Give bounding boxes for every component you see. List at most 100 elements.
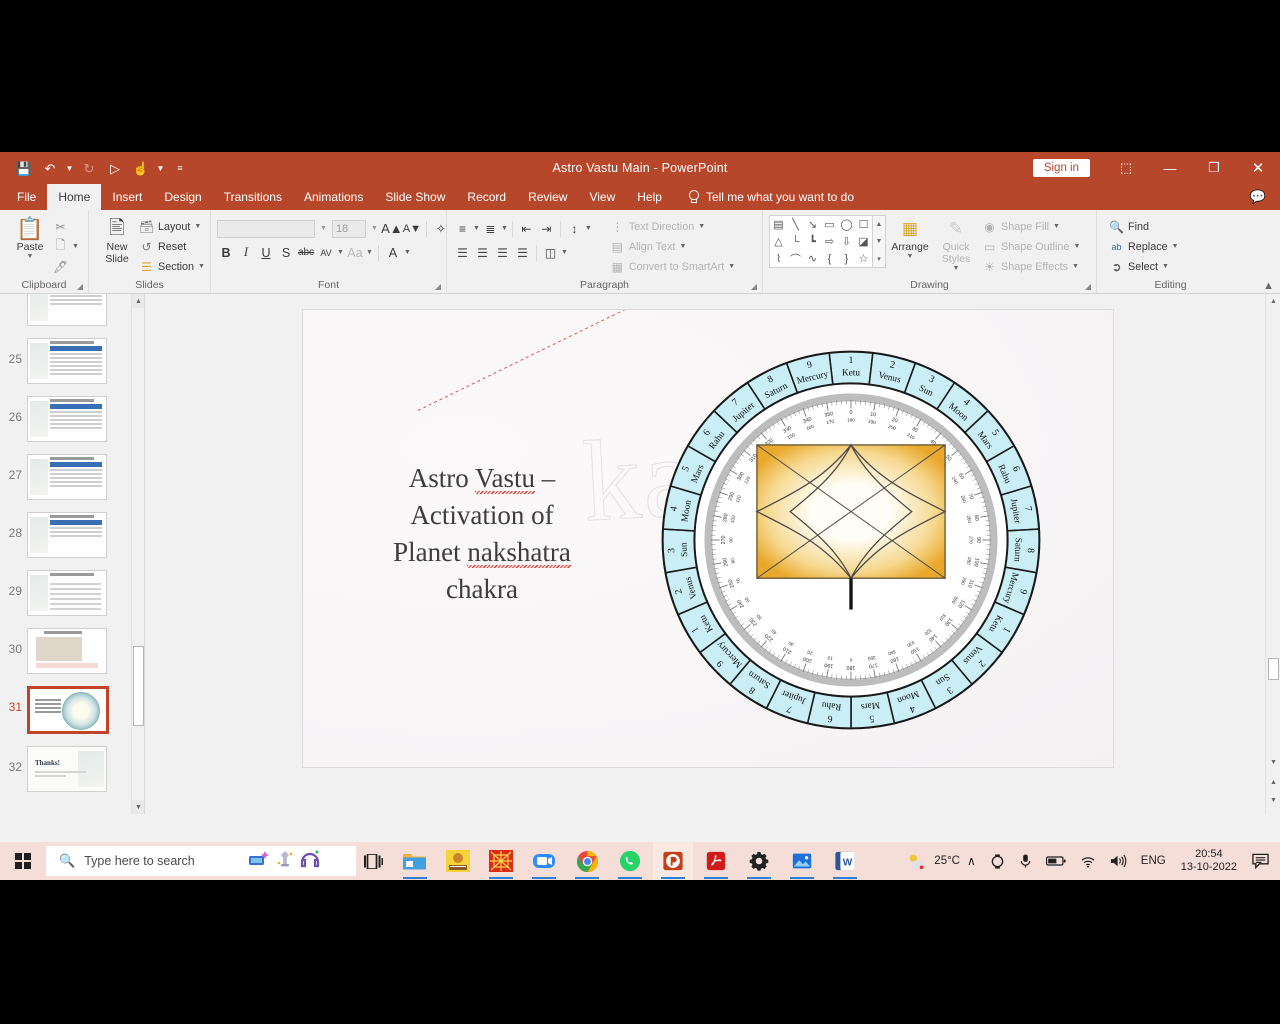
list-item-selected[interactable]: 31	[0, 680, 131, 740]
microphone-icon[interactable]	[1012, 842, 1039, 880]
list-item[interactable]: 29	[0, 564, 131, 622]
character-spacing-dropdown-icon[interactable]: ▼	[337, 249, 344, 256]
character-spacing-button[interactable]: AV	[317, 243, 335, 262]
shape-curve-icon[interactable]: ⌒	[787, 250, 804, 267]
align-right-icon[interactable]: ☰	[493, 243, 512, 262]
sign-in-button[interactable]: Sign in	[1032, 159, 1090, 177]
list-item[interactable]	[0, 294, 131, 332]
touch-mode-dropdown-icon[interactable]: ▼	[155, 164, 166, 173]
quick-styles-dropdown-icon[interactable]: ▼	[953, 265, 960, 272]
decrease-indent-icon[interactable]: ⇤	[517, 219, 536, 238]
slide-editing-area[interactable]: karm Astro Vastu – Activation of Planet …	[145, 294, 1280, 814]
tab-animations[interactable]: Animations	[293, 184, 374, 210]
font-color-button[interactable]: A	[384, 243, 402, 262]
shape-pie-icon[interactable]: ◪	[855, 233, 872, 250]
list-item[interactable]: 32 Thanks!	[0, 740, 131, 798]
copy-dropdown-icon[interactable]: ▼	[72, 243, 79, 250]
paragraph-dialog-launcher[interactable]: ◢	[751, 282, 757, 291]
copy-button[interactable]: 🗋 ▼	[53, 238, 79, 255]
arrange-button[interactable]: ▦ Arrange ▼	[886, 215, 934, 260]
clock[interactable]: 20:54 13-10-2022	[1173, 848, 1245, 874]
battery-icon[interactable]	[1039, 842, 1073, 880]
convert-smartart-button[interactable]: ▦ Convert to SmartArt ▼	[610, 258, 736, 275]
shape-effects-button[interactable]: ☀ Shape Effects ▼	[982, 258, 1080, 275]
replace-button[interactable]: ab Replace ▼	[1109, 238, 1179, 255]
change-case-dropdown-icon[interactable]: ▼	[366, 249, 373, 256]
start-button[interactable]	[0, 842, 46, 880]
shape-brace2-icon[interactable]: }	[838, 250, 855, 267]
replace-dropdown-icon[interactable]: ▼	[1172, 243, 1179, 250]
slide-thumbnail[interactable]	[27, 454, 107, 500]
shape-arrow-icon[interactable]: ↘	[804, 216, 821, 233]
shapes-scroll-down-icon[interactable]: ▼	[873, 233, 885, 250]
font-size-input[interactable]: 18	[331, 219, 366, 238]
whatsapp-icon[interactable]	[610, 842, 650, 880]
shape-outline-dropdown-icon[interactable]: ▼	[1073, 243, 1080, 250]
align-text-dropdown-icon[interactable]: ▼	[679, 243, 686, 250]
shape-textbox-icon[interactable]: ▤	[770, 216, 787, 233]
list-item[interactable]: 26	[0, 390, 131, 448]
shape-fill-button[interactable]: ◉ Shape Fill ▼	[982, 218, 1080, 235]
shape-rounded-rect-icon[interactable]: ☐	[855, 216, 872, 233]
shape-line-icon[interactable]: ╲	[787, 216, 804, 233]
scroll-up-icon[interactable]: ▲	[1266, 294, 1280, 309]
shape-elbow-icon[interactable]: └	[787, 233, 804, 250]
weather-widget[interactable]: 25°C	[896, 851, 960, 871]
section-dropdown-icon[interactable]: ▼	[198, 263, 205, 270]
shape-outline-button[interactable]: ▭ Shape Outline ▼	[982, 238, 1081, 255]
tell-me-box[interactable]: Tell me what you want to do	[673, 184, 854, 210]
align-center-icon[interactable]: ☰	[473, 243, 492, 262]
slide-thumbnail[interactable]	[27, 570, 107, 616]
font-dialog-launcher[interactable]: ◢	[435, 282, 441, 291]
line-spacing-icon[interactable]: ↕	[565, 219, 584, 238]
format-painter-button[interactable]: 🖋	[53, 258, 79, 275]
restore-icon[interactable]: ❐	[1192, 152, 1236, 184]
list-item[interactable]: 28	[0, 506, 131, 564]
tab-insert[interactable]: Insert	[101, 184, 153, 210]
paste-button[interactable]: 📋 Paste ▼	[10, 215, 50, 261]
select-button[interactable]: ➲ Select ▼	[1109, 258, 1179, 275]
align-left-icon[interactable]: ☰	[453, 243, 472, 262]
columns-dropdown-icon[interactable]: ▼	[561, 249, 568, 256]
collapse-ribbon-icon[interactable]: ▲	[1263, 280, 1274, 292]
start-presentation-icon[interactable]: ▷	[103, 157, 127, 179]
planet-nakshatra-chakra-image[interactable]: 1 Ketu 2 Venus 3 Sun 4 Moon 5 Mars 6 Rahu 7 Jupiter 8 S…	[655, 344, 1047, 736]
scroll-down-icon[interactable]: ▼	[1266, 755, 1280, 770]
app-pattern-icon[interactable]	[481, 842, 521, 880]
text-direction-button[interactable]: ⋮ Text Direction ▼	[610, 218, 735, 235]
slide-thumbnail[interactable]	[27, 294, 107, 326]
next-slide-icon[interactable]: ▼	[1266, 793, 1280, 808]
show-hidden-icons-icon[interactable]: ∧	[960, 842, 983, 880]
align-text-button[interactable]: ▤ Align Text ▼	[610, 238, 735, 255]
undo-dropdown-icon[interactable]: ▼	[64, 164, 75, 173]
increase-font-size-icon[interactable]: A▲	[381, 219, 403, 238]
cut-button[interactable]: ✂	[53, 218, 79, 235]
font-color-dropdown-icon[interactable]: ▼	[404, 249, 411, 256]
minimize-icon[interactable]: —	[1148, 152, 1192, 184]
layout-dropdown-icon[interactable]: ▼	[194, 223, 201, 230]
bold-button[interactable]: B	[217, 243, 235, 262]
shapes-grid[interactable]: ▤ ╲ ↘ ▭ ◯ ☐ △ └ ┗ ⇨ ⇩ ◪ ⌇ ⌒ ∿ {} ☆	[769, 215, 873, 268]
select-dropdown-icon[interactable]: ▼	[1162, 263, 1169, 270]
slide-thumbnail[interactable]	[27, 512, 107, 558]
volume-icon[interactable]	[1103, 842, 1134, 880]
shapes-more-icon[interactable]: ▾	[873, 250, 885, 267]
columns-icon[interactable]: ◫	[541, 243, 560, 262]
app-yellow-icon[interactable]	[438, 842, 478, 880]
tab-review[interactable]: Review	[517, 184, 578, 210]
shape-rectangle-icon[interactable]: ▭	[821, 216, 838, 233]
comments-icon[interactable]: 💬	[1250, 184, 1266, 210]
customize-quick-access-icon[interactable]: ≡	[168, 157, 192, 179]
slide-thumbnail[interactable]	[27, 396, 107, 442]
bullets-icon[interactable]: ≡	[453, 219, 472, 238]
tab-file[interactable]: File	[6, 184, 47, 210]
thumbnail-scroll-down-icon[interactable]: ▼	[132, 800, 144, 814]
shape-brace-icon[interactable]: {	[821, 250, 838, 267]
chrome-icon[interactable]	[567, 842, 607, 880]
justify-icon[interactable]: ☰	[513, 243, 532, 262]
decrease-font-size-icon[interactable]: A▼	[403, 219, 421, 238]
task-view-button[interactable]	[356, 842, 390, 880]
shape-star-icon[interactable]: ☆	[855, 250, 872, 267]
list-item[interactable]: 27	[0, 448, 131, 506]
thumbnail-scroll-thumb[interactable]	[133, 646, 144, 726]
